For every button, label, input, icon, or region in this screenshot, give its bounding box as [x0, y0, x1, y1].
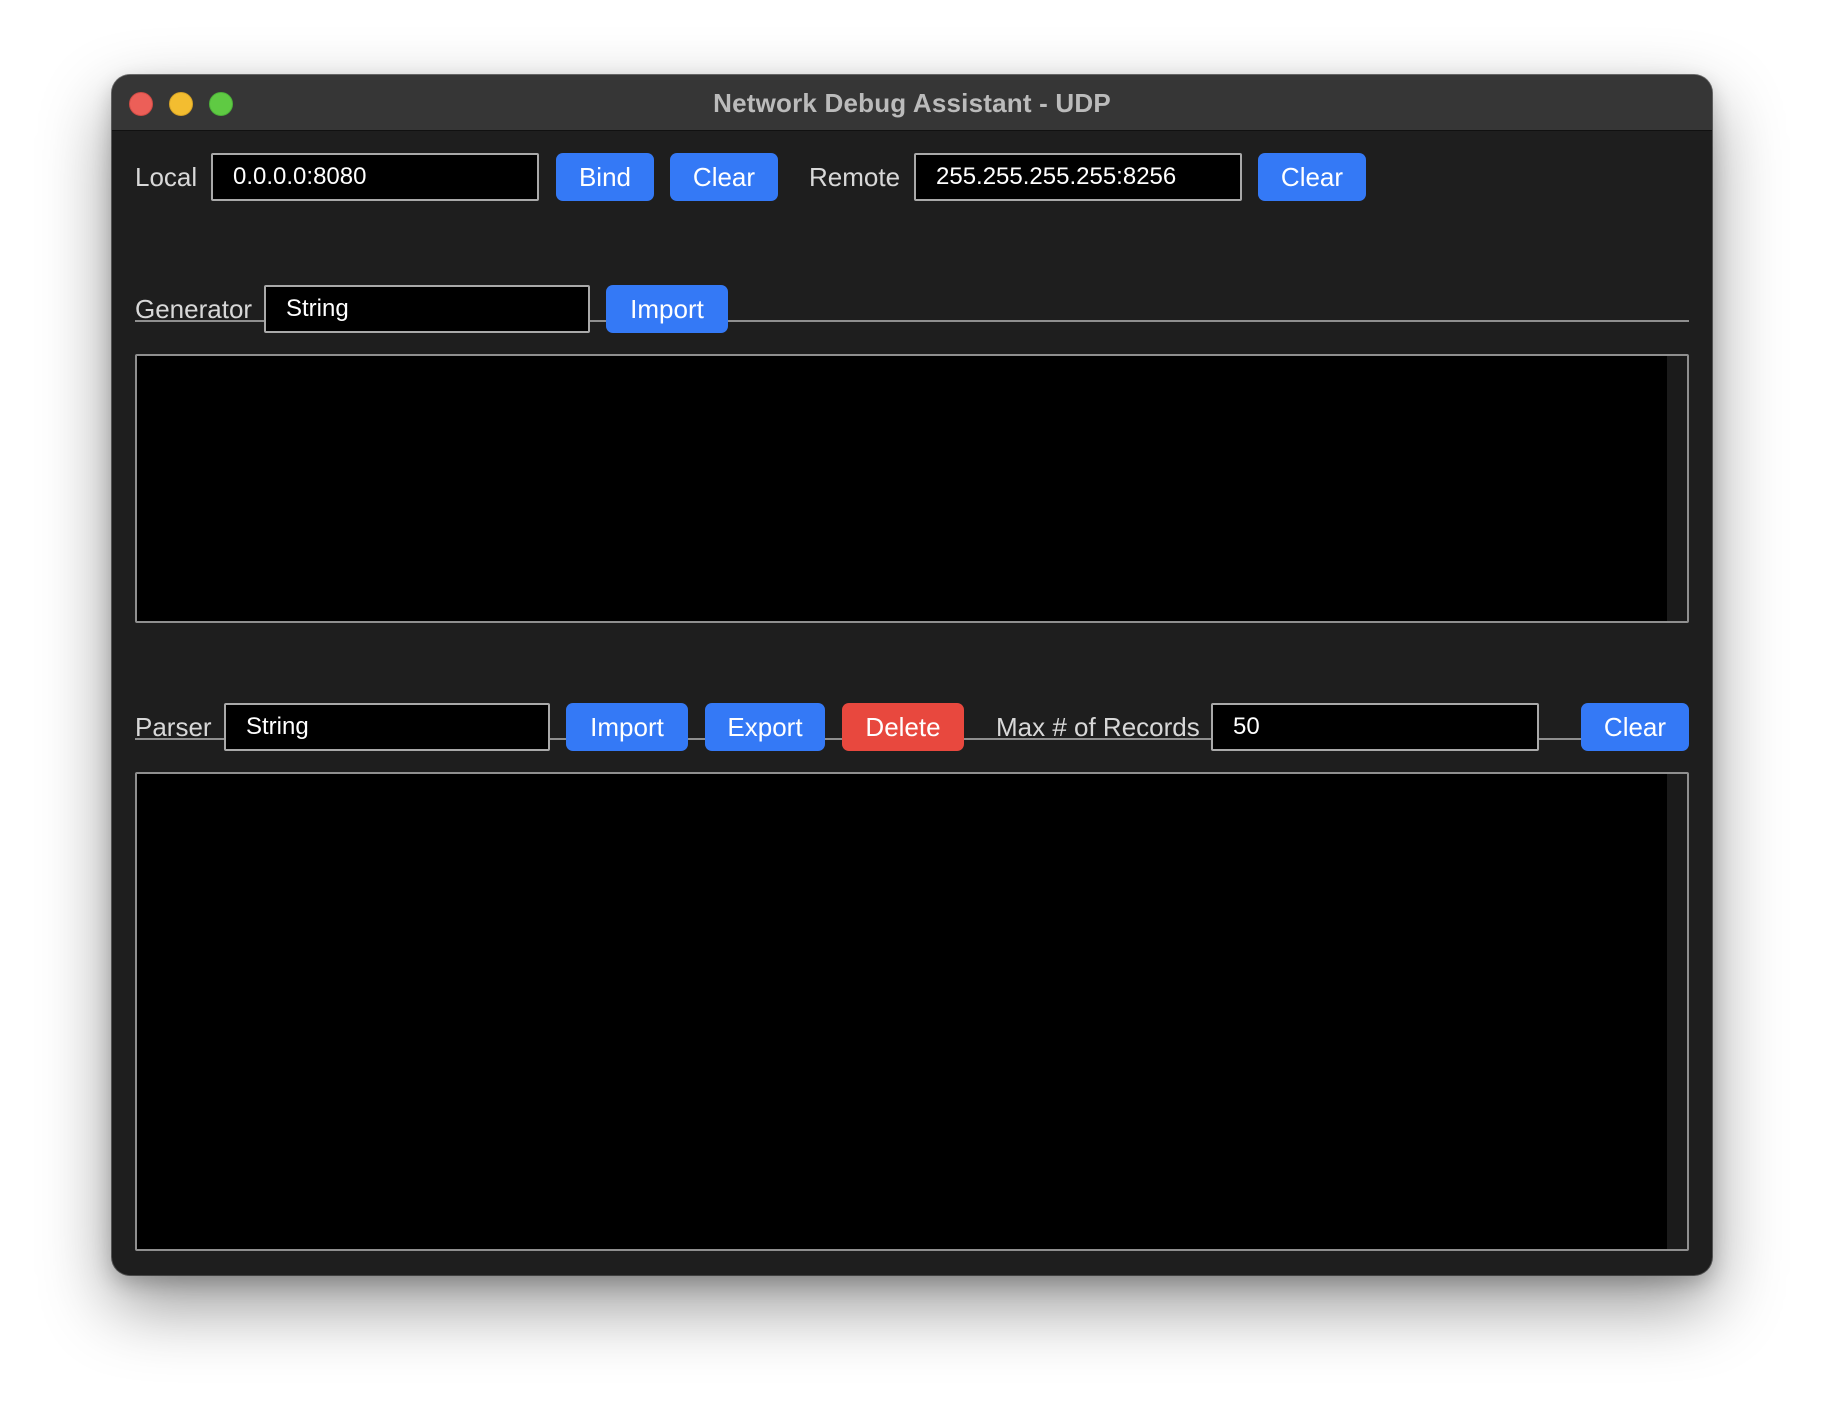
generator-import-button[interactable]: Import: [606, 285, 728, 333]
window-title: Network Debug Assistant - UDP: [713, 88, 1111, 118]
max-records-label: Max # of Records: [996, 712, 1200, 742]
remote-label: Remote: [809, 162, 901, 192]
bind-button[interactable]: Bind: [556, 153, 654, 201]
title-bar[interactable]: Network Debug Assistant - UDP: [112, 75, 1712, 131]
generator-scrollbar[interactable]: [1667, 356, 1687, 621]
local-clear-button[interactable]: Clear: [670, 153, 778, 201]
parser-scrollbar[interactable]: [1667, 774, 1687, 1249]
generator-textarea[interactable]: [135, 354, 1689, 623]
local-address-field[interactable]: 0.0.0.0:8080: [211, 153, 539, 201]
max-records-field[interactable]: 50: [1211, 703, 1539, 751]
parser-delete-button[interactable]: Delete: [842, 703, 964, 751]
app-window: Network Debug Assistant - UDP Local 0.0.…: [112, 75, 1712, 1275]
parser-label: Parser: [135, 712, 212, 742]
main-content: Local 0.0.0.0:8080 Bind Clear Remote 255…: [112, 131, 1712, 1275]
remote-address-field[interactable]: 255.255.255.255:8256: [914, 153, 1242, 201]
remote-clear-button[interactable]: Clear: [1258, 153, 1366, 201]
parser-import-button[interactable]: Import: [566, 703, 688, 751]
generator-label: Generator: [135, 294, 253, 324]
generator-type-field[interactable]: String: [264, 285, 590, 333]
local-label: Local: [135, 162, 198, 192]
parser-output-area[interactable]: [135, 772, 1689, 1251]
parser-clear-button[interactable]: Clear: [1581, 703, 1689, 751]
parser-export-button[interactable]: Export: [705, 703, 825, 751]
parser-type-field[interactable]: String: [224, 703, 550, 751]
